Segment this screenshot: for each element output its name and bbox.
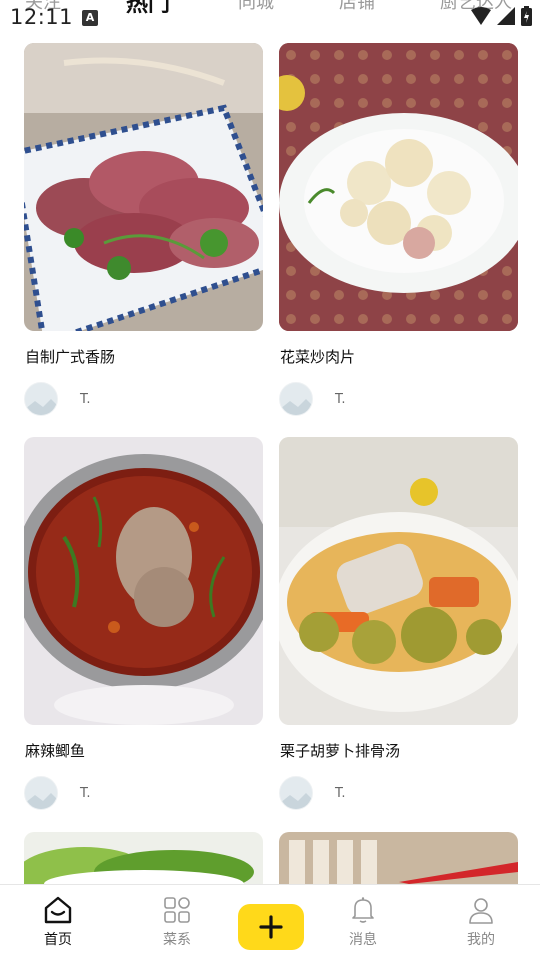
add-recipe-button[interactable] bbox=[238, 904, 304, 950]
author-avatar[interactable] bbox=[279, 382, 313, 416]
recipe-title[interactable]: 栗子胡萝卜排骨汤 bbox=[280, 740, 400, 761]
recipe-author[interactable]: T. bbox=[24, 382, 91, 416]
nav-me[interactable]: 我的 bbox=[441, 895, 521, 949]
bell-icon bbox=[352, 897, 374, 923]
recipe-card[interactable]: 自制广式香肠 T. bbox=[24, 43, 263, 416]
recipe-image-spicy-fish[interactable] bbox=[24, 437, 263, 725]
signal-icon bbox=[497, 7, 515, 25]
recipe-title[interactable]: 麻辣鲫鱼 bbox=[25, 740, 85, 761]
recipe-author[interactable]: T. bbox=[24, 776, 91, 810]
recipe-author[interactable]: T. bbox=[279, 776, 346, 810]
nav-cuisine[interactable]: 菜系 bbox=[137, 895, 217, 949]
author-avatar[interactable] bbox=[24, 382, 58, 416]
wifi-icon bbox=[471, 7, 491, 25]
plus-icon bbox=[259, 915, 283, 939]
nav-cuisine-label: 菜系 bbox=[163, 932, 191, 948]
notification-a-icon: A bbox=[82, 10, 98, 26]
status-time: 12:11 bbox=[10, 5, 74, 29]
author-name[interactable]: T. bbox=[335, 786, 346, 801]
author-name[interactable]: T. bbox=[80, 392, 91, 407]
recipe-image-dish[interactable] bbox=[279, 832, 518, 884]
user-icon bbox=[469, 898, 493, 924]
nav-home-label: 首页 bbox=[44, 932, 72, 948]
recipe-card[interactable]: 麻辣鲫鱼 T. bbox=[24, 437, 263, 810]
status-bar: 12:11 A bbox=[0, 0, 540, 32]
nav-home[interactable]: 首页 bbox=[18, 895, 98, 949]
recipe-card[interactable] bbox=[24, 832, 263, 884]
recipe-card[interactable]: 花菜炒肉片 T. bbox=[279, 43, 518, 416]
recipe-image-cauliflower[interactable] bbox=[279, 43, 518, 331]
status-indicators bbox=[471, 6, 532, 26]
battery-icon bbox=[521, 6, 532, 26]
author-avatar[interactable] bbox=[24, 776, 58, 810]
recipe-title[interactable]: 自制广式香肠 bbox=[25, 346, 115, 367]
recipe-image-sausage[interactable] bbox=[24, 43, 263, 331]
author-name[interactable]: T. bbox=[335, 392, 346, 407]
nav-messages-label: 消息 bbox=[349, 932, 377, 948]
author-avatar[interactable] bbox=[279, 776, 313, 810]
home-icon bbox=[44, 896, 72, 924]
bottom-nav: 首页 菜系 消息 我的 bbox=[0, 884, 540, 960]
recipe-author[interactable]: T. bbox=[279, 382, 346, 416]
nav-messages[interactable]: 消息 bbox=[323, 895, 403, 949]
category-grid-icon bbox=[164, 897, 190, 923]
author-name[interactable]: T. bbox=[80, 786, 91, 801]
recipe-title[interactable]: 花菜炒肉片 bbox=[280, 346, 355, 367]
recipe-image-greens[interactable] bbox=[24, 832, 263, 884]
recipe-image-rib-soup[interactable] bbox=[279, 437, 518, 725]
nav-me-label: 我的 bbox=[467, 932, 495, 948]
recipe-card[interactable]: 栗子胡萝卜排骨汤 T. bbox=[279, 437, 518, 810]
recipe-card[interactable] bbox=[279, 832, 518, 884]
